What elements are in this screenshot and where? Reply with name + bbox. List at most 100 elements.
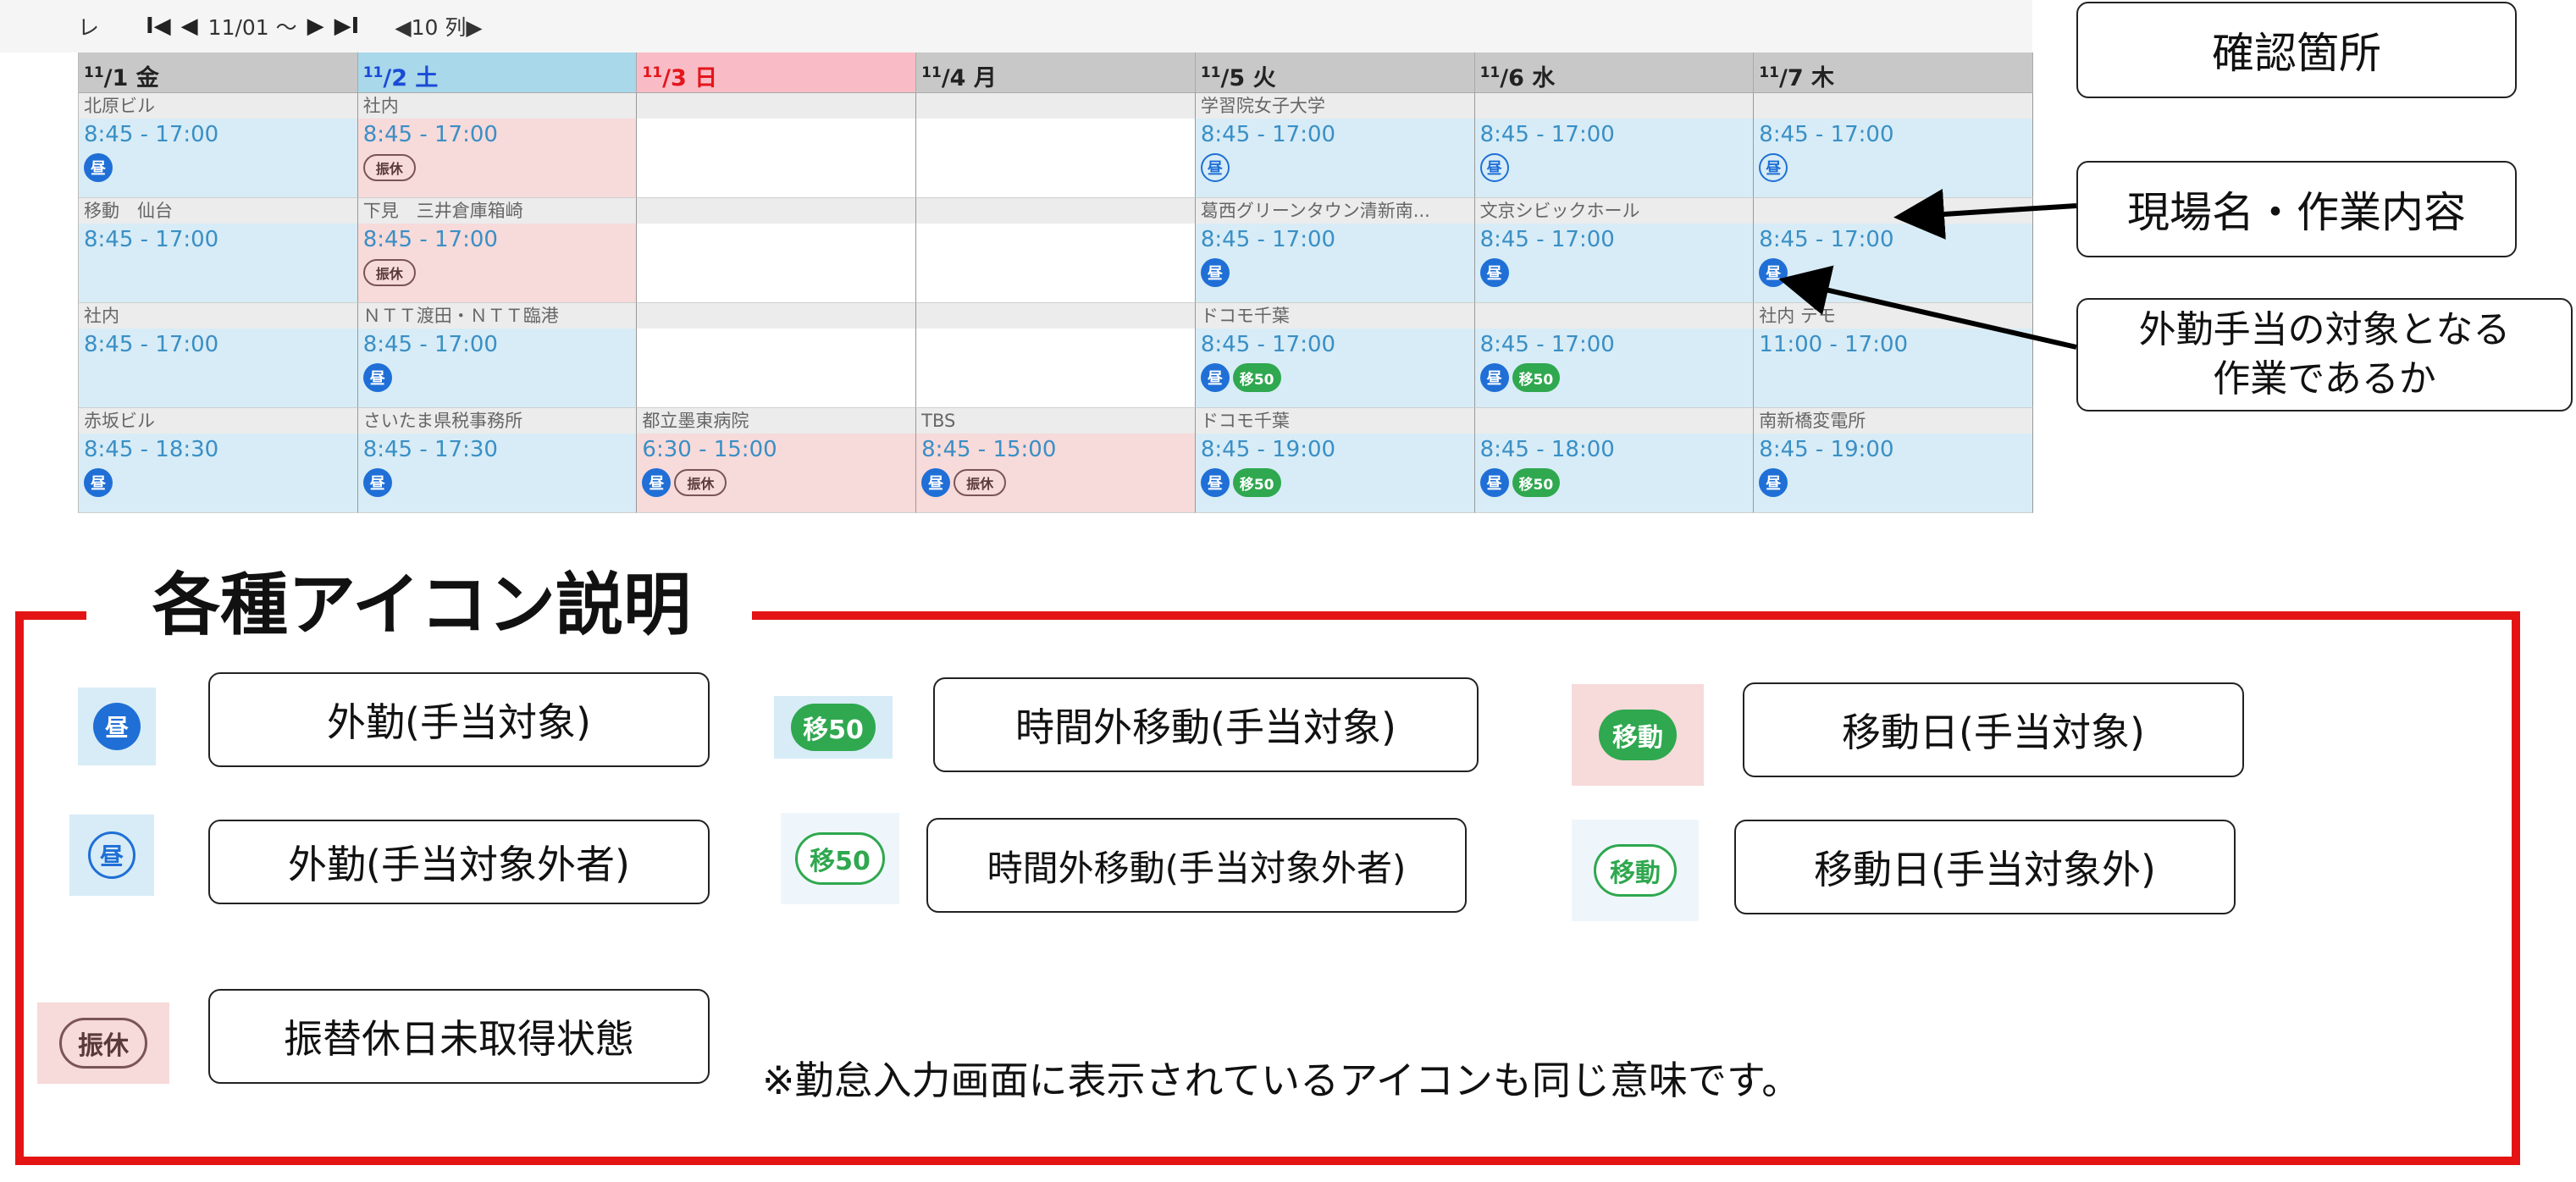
legend-label-jikangai-out: 時間外移動(手当対象外者) [926,818,1467,913]
cell-icons: 昼 [1475,256,1754,290]
hiru-icon: 昼 [1479,468,1509,497]
hiru-icon: 昼 [84,468,113,497]
cell-icons [637,329,915,362]
site-name: 南新橋変電所 [1754,408,2032,434]
cell-icons: 昼移50 [1196,466,1474,500]
hiru-icon: 昼 [1200,468,1230,497]
schedule-cell[interactable]: 文京シビックホール 8:45 - 17:00 昼 [1474,198,1755,303]
schedule-cell[interactable] [916,93,1196,198]
work-time: 8:45 - 17:30 [362,437,498,462]
schedule-cell[interactable]: 葛西グリーンタウン清新南... 8:45 - 17:00 昼 [1195,198,1475,303]
day-header-day: /1 金 [103,65,159,91]
cell-icons [916,224,1195,257]
column-count-selector[interactable]: ◀10 列▶ [395,11,482,41]
site-name [637,198,916,224]
schedule-cell[interactable]: ＮＴＴ渡田・ＮＴＴ臨港 8:45 - 17:00 昼 [357,303,638,408]
first-page-icon[interactable]: I◀ [146,14,171,39]
hiru-icon: 昼 [1200,363,1230,392]
day-header-day: /3 日 [662,65,718,91]
cell-icons [79,256,357,290]
site-name: さいたま県税事務所 [357,408,637,434]
work-time: 8:45 - 17:00 [1479,332,1615,357]
hiru-icon: 昼 [642,468,672,497]
schedule-cell[interactable]: 8:45 - 17:00 昼移50 [1474,303,1755,408]
schedule-cell[interactable]: 移動 仙台 8:45 - 17:00 [79,198,358,303]
day-header-day: /4 月 [941,65,997,91]
hiru-icon: 昼 [1200,258,1230,287]
move50-icon: 移50 [1512,363,1561,392]
hiru-icon: 昼 [84,153,113,182]
work-time: 8:45 - 18:00 [1479,437,1615,462]
schedule-cell[interactable]: 南新橋変電所 8:45 - 19:00 昼 [1754,408,2033,513]
legend-label-idoubi-out: 移動日(手当対象外) [1734,820,2236,914]
schedule-cell[interactable]: 社内 8:45 - 17:00 振休 [357,93,638,198]
schedule-cell[interactable]: 8:45 - 17:00 昼 [1474,93,1755,198]
next-page-icon[interactable]: ▶ [307,14,324,39]
day-header[interactable]: 11/7 木 [1754,52,2033,93]
schedule-cell[interactable] [637,303,917,408]
day-header[interactable]: 11/2 土 [357,52,638,93]
move-day-outline-icon: 移動 [1594,844,1677,897]
site-name [1754,93,2032,119]
callout-site-work-text: 現場名・作業内容 [2127,188,2466,237]
site-name [1474,93,1754,119]
schedule-cell[interactable]: TBS 8:45 - 15:00 昼振休 [916,408,1196,513]
cell-icons: 振休 [358,256,637,290]
schedule-cell[interactable] [637,198,917,303]
site-name: ＮＴＴ渡田・ＮＴＴ臨港 [357,303,637,329]
schedule-cell[interactable] [916,303,1196,408]
site-name: 北原ビル [79,93,357,119]
day-header[interactable]: 11/4 月 [916,52,1196,93]
day-header[interactable]: 11/6 水 [1474,52,1755,93]
cell-icons: 昼 [1754,151,2032,185]
schedule-cell[interactable]: 都立墨東病院 6:30 - 15:00 昼振休 [637,408,917,513]
schedule-cell[interactable]: 下見 三井倉庫箱崎 8:45 - 17:00 振休 [357,198,638,303]
callout-allowance-line1: 外勤手当の対象となる [2138,308,2511,351]
work-time: 8:45 - 17:00 [84,122,219,147]
site-name: TBS [916,408,1195,434]
cell-icons [1754,361,2032,395]
site-name: 社内 デモ [1754,303,2032,329]
day-header[interactable]: 11/1 金 [79,52,358,93]
day-header-day: /6 水 [1500,65,1556,91]
site-name: 葛西グリーンタウン清新南... [1195,198,1474,224]
schedule-cell[interactable]: ドコモ千葉 8:45 - 17:00 昼移50 [1195,303,1475,408]
date-range-label: 11/01 ～ [207,15,297,40]
prev-page-icon[interactable]: ◀ [181,14,198,39]
work-time: 8:45 - 17:00 [1759,227,1894,252]
schedule-cell[interactable]: 8:45 - 17:00 昼 [1754,198,2033,303]
callout-allowance-line2: 作業であるか [2213,357,2436,400]
schedule-cell[interactable]: 赤坂ビル 8:45 - 18:30 昼 [79,408,358,513]
site-name [916,198,1195,224]
legend-sample-idou-outline: 移動 [1572,820,1699,921]
day-header[interactable]: 11/3 日 [637,52,917,93]
site-name [637,303,916,329]
last-page-icon[interactable]: ▶I [334,14,360,39]
nav-lead-text: レ [78,15,100,40]
legend-sample-hiru: 昼 [78,688,156,765]
cell-icons: 昼 [1196,151,1474,185]
schedule-cell[interactable]: ドコモ千葉 8:45 - 19:00 昼移50 [1195,408,1475,513]
schedule-cell[interactable]: 社内 デモ 11:00 - 17:00 [1754,303,2033,408]
callout-check-text: 確認箇所 [2212,29,2381,78]
cell-icons: 昼 [79,466,357,500]
site-name [637,93,916,119]
cell-icons [637,119,915,152]
site-name: ドコモ千葉 [1195,408,1474,434]
schedule-cell[interactable]: 8:45 - 18:00 昼移50 [1474,408,1755,513]
schedule-cell[interactable] [637,93,917,198]
schedule-cell[interactable]: 8:45 - 17:00 昼 [1754,93,2033,198]
cell-icons: 昼振休 [916,466,1195,500]
schedule-cell[interactable] [916,198,1196,303]
day-header[interactable]: 11/5 火 [1195,52,1475,93]
move50-icon: 移50 [791,704,876,751]
schedule-cell[interactable]: 社内 8:45 - 17:00 [79,303,358,408]
cell-icons: 昼移50 [1475,361,1754,395]
cell-icons: 振休 [358,151,637,185]
schedule-cell[interactable]: 北原ビル 8:45 - 17:00 昼 [79,93,358,198]
day-header-month: 11 [1479,64,1501,81]
move50-icon: 移50 [1512,468,1561,497]
cell-icons: 昼 [1196,256,1474,290]
schedule-cell[interactable]: さいたま県税事務所 8:45 - 17:30 昼 [357,408,638,513]
schedule-cell[interactable]: 学習院女子大学 8:45 - 17:00 昼 [1195,93,1475,198]
